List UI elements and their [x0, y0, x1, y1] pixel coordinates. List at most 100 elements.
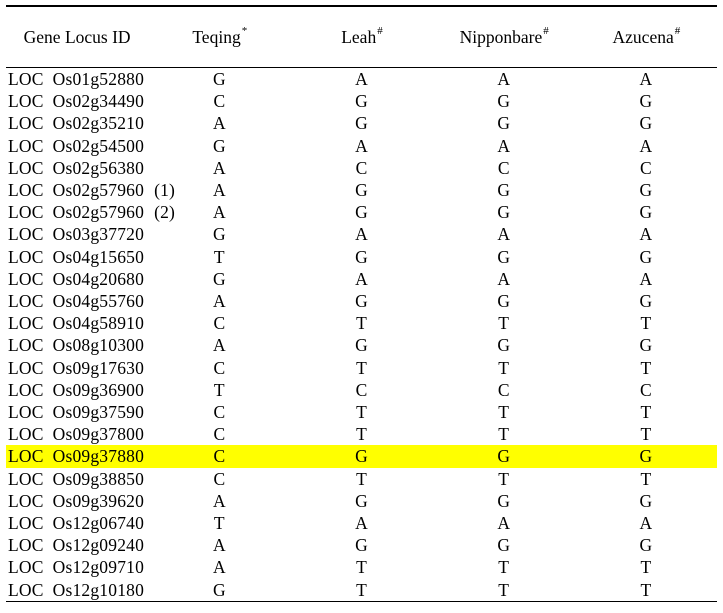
gene-locus-id-cell: LOC Os09g17630 — [6, 357, 148, 379]
allele-cell-azucena: T — [640, 424, 652, 445]
column-header-azucena: Azucena# — [574, 7, 717, 68]
table-row: LOC Os02g35210 A G G G — [6, 112, 717, 134]
locus-identifier: Os04g15650 — [52, 246, 145, 267]
allele-cell-azucena: A — [639, 513, 653, 534]
gene-locus-id-cell: LOC Os09g37800 — [6, 423, 148, 445]
gene-locus-id-cell: LOC Os12g09710 — [6, 556, 148, 578]
locus-identifier: Os12g09240 — [52, 535, 145, 556]
locus-identifier: Os02g34490 — [52, 91, 145, 112]
allele-cell-azucena: G — [639, 335, 653, 356]
allele-cell-leah: G — [290, 445, 433, 468]
locus-prefix: LOC — [8, 535, 44, 556]
locus-identifier: Os02g35210 — [52, 113, 145, 134]
allele-cell-azucena: G — [639, 91, 653, 112]
allele-cell-teqing: A — [212, 113, 226, 134]
locus-prefix: LOC — [8, 224, 44, 245]
column-header-nipponbare: Nipponbare# — [432, 7, 575, 68]
locus-prefix: LOC — [8, 113, 44, 134]
gene-locus-id-cell: LOC Os09g37880 — [6, 445, 149, 468]
table-row: LOC Os04g20680 G A A A — [6, 268, 717, 290]
locus-prefix: LOC — [8, 268, 44, 289]
allele-cell-azucena: T — [640, 357, 652, 378]
allele-cell-nipponbare: T — [498, 357, 509, 378]
locus-identifier: Os02g56380 — [52, 157, 145, 178]
allele-cell-nipponbare: G — [497, 335, 510, 356]
locus-prefix: LOC — [8, 246, 44, 267]
column-header-gene-locus-id: Gene Locus ID — [6, 7, 149, 68]
table-row: LOC Os03g37720 G A A A — [6, 223, 717, 245]
allele-cell-teqing: G — [212, 268, 226, 289]
allele-cell-azucena: C — [640, 379, 652, 400]
allele-cell-nipponbare: G — [497, 246, 510, 267]
allele-cell-nipponbare: G — [497, 180, 510, 201]
allele-cell-leah: A — [355, 69, 368, 89]
allele-cell-teqing: G — [212, 224, 226, 245]
allele-cell-leah: G — [355, 202, 368, 223]
gene-locus-id-cell: LOC Os09g39620 — [6, 490, 148, 512]
allele-cell-leah: T — [356, 313, 367, 334]
table-row: LOC Os04g15650 T G G G — [6, 246, 717, 268]
allele-cell-azucena: G — [639, 246, 653, 267]
locus-identifier: Os12g09710 — [52, 557, 145, 578]
allele-cell-leah: T — [356, 357, 367, 378]
allele-cell-nipponbare: C — [497, 379, 510, 400]
table-row: LOC Os02g57960 (1) A G G G — [6, 179, 717, 201]
locus-identifier: Os12g10180 — [52, 579, 145, 600]
gene-locus-id-cell: LOC Os12g09240 — [6, 534, 148, 556]
allele-cell-azucena: T — [640, 402, 652, 423]
gene-locus-id-cell: LOC Os04g20680 — [6, 268, 148, 290]
allele-cell-teqing: G — [212, 579, 226, 600]
allele-cell-leah: G — [355, 291, 368, 312]
table-row: LOC Os08g10300 A G G G — [6, 334, 717, 356]
allele-cell-leah: C — [355, 157, 368, 178]
allele-cell-leah: A — [355, 268, 368, 289]
table-row: LOC Os09g38850 C T T T — [6, 468, 717, 490]
allele-cell-leah: A — [355, 135, 368, 156]
allele-cell-nipponbare: A — [497, 135, 510, 156]
locus-prefix: LOC — [8, 379, 44, 400]
locus-identifier: Os08g10300 — [52, 335, 145, 356]
locus-prefix: LOC — [8, 202, 44, 223]
locus-identifier: Os09g17630 — [52, 357, 145, 378]
allele-cell-nipponbare: A — [497, 268, 510, 289]
allele-cell-nipponbare: G — [497, 91, 510, 112]
table-row: LOC Os12g09240 A G G G — [6, 534, 717, 556]
allele-cell-teqing: G — [212, 69, 226, 89]
locus-suffix: (1) — [154, 180, 176, 201]
locus-prefix: LOC — [8, 357, 44, 378]
header-label-nipponbare: Nipponbare — [459, 26, 543, 47]
locus-identifier: Os09g37590 — [52, 402, 145, 423]
allele-cell-leah: G — [355, 490, 368, 511]
gene-locus-id-cell: LOC Os02g56380 — [6, 157, 148, 179]
allele-cell-azucena: A — [639, 224, 653, 245]
allele-cell-nipponbare: A — [497, 224, 510, 245]
allele-cell-nipponbare: G — [497, 535, 510, 556]
allele-cell-azucena: A — [639, 135, 653, 156]
locus-prefix: LOC — [8, 157, 44, 178]
table-bottom-rule — [6, 601, 717, 602]
locus-identifier: Os04g20680 — [52, 268, 145, 289]
column-header-leah: Leah# — [290, 7, 433, 68]
allele-cell-nipponbare: G — [497, 202, 510, 223]
allele-cell-teqing: C — [213, 91, 226, 112]
gene-locus-id-cell: LOC Os02g54500 — [6, 135, 148, 157]
gene-locus-id-cell: LOC Os04g15650 — [6, 246, 148, 268]
table-row: LOC Os04g55760 A G G G — [6, 290, 717, 312]
snp-table-container: Gene Locus ID Teqing* Leah# Nipponbare# … — [0, 0, 723, 613]
table-row-highlighted: LOC Os09g37880 C G G G — [6, 445, 717, 468]
table-row: LOC Os09g39620 A G G G — [6, 490, 717, 512]
allele-cell-teqing: A — [212, 490, 226, 511]
header-sup-teqing: * — [241, 24, 248, 37]
locus-identifier: Os04g58910 — [52, 313, 145, 334]
gene-locus-id-cell: LOC Os04g55760 — [6, 290, 148, 312]
gene-locus-id-cell: LOC Os08g10300 — [6, 334, 148, 356]
allele-cell-leah: G — [355, 535, 368, 556]
table-foot — [6, 601, 717, 602]
locus-identifier: Os09g37800 — [52, 424, 145, 445]
header-label-leah: Leah — [341, 26, 377, 47]
table-row: LOC Os09g37590 C T T T — [6, 401, 717, 423]
header-label-azucena: Azucena — [612, 26, 674, 47]
locus-prefix: LOC — [8, 490, 44, 511]
locus-prefix: LOC — [8, 335, 44, 356]
table-row: LOC Os02g57960 (2) A G G G — [6, 201, 717, 223]
